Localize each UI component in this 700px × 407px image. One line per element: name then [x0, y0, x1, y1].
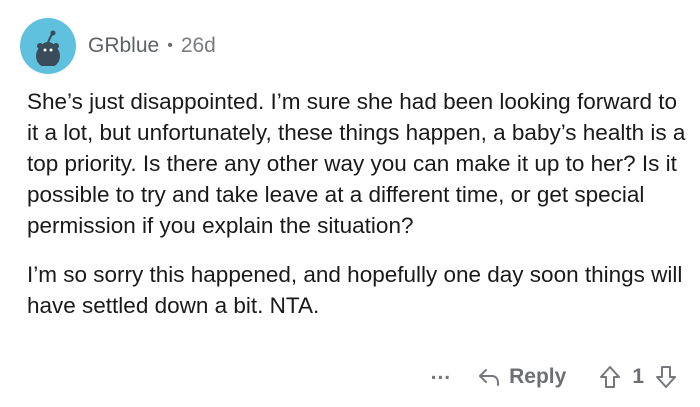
comment-paragraph: She’s just disappointed. I’m sure she ha… — [27, 89, 686, 238]
comment-actions: ... Reply 1 — [431, 360, 678, 394]
comment-meta: GRblue • 26d — [88, 34, 216, 58]
comment-age[interactable]: 26d — [181, 34, 216, 58]
meta-separator: • — [167, 37, 173, 54]
comment-body: She’s just disappointed. I’m sure she ha… — [27, 86, 687, 321]
upvote-arrow-icon[interactable] — [598, 364, 622, 390]
vote-controls: 1 — [598, 364, 678, 390]
more-options-button[interactable]: ... — [431, 361, 452, 385]
reply-arrow-icon — [479, 369, 500, 386]
downvote-arrow-icon[interactable] — [654, 364, 678, 390]
comment-paragraph: I’m so sorry this happened, and hopefull… — [27, 262, 683, 318]
comment-header: GRblue • 26d — [20, 18, 216, 74]
reply-button[interactable]: Reply — [477, 365, 566, 389]
snoo-avatar-icon[interactable] — [20, 18, 76, 74]
vote-count: 1 — [632, 365, 644, 388]
reply-label: Reply — [509, 365, 567, 388]
username-link[interactable]: GRblue — [88, 34, 159, 58]
comment-card: GRblue • 26d She’s just disappointed. I’… — [0, 0, 700, 407]
